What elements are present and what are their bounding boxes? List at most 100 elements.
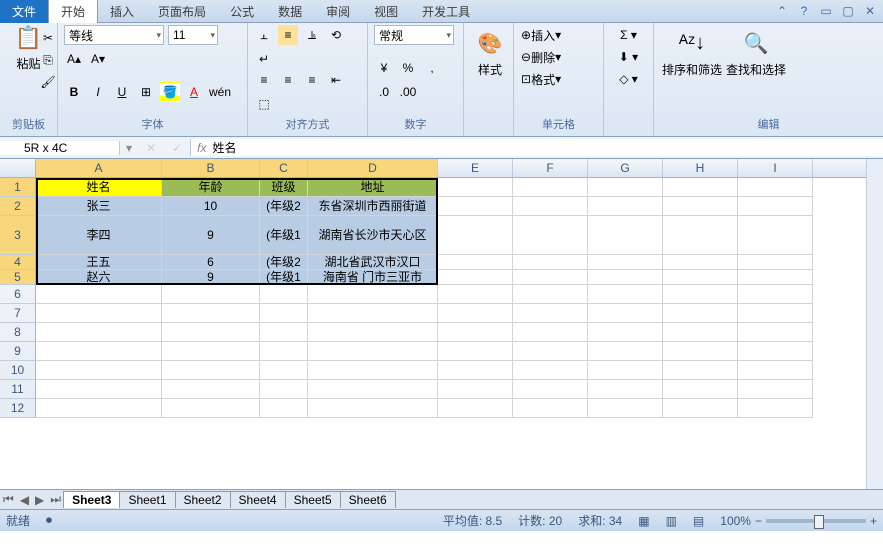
cell[interactable] bbox=[260, 361, 308, 380]
cell[interactable] bbox=[513, 255, 588, 270]
cell[interactable] bbox=[513, 380, 588, 399]
tab-home[interactable]: 开始 bbox=[48, 0, 98, 23]
fill-icon[interactable]: ⬇ ▾ bbox=[610, 47, 647, 67]
formula-input[interactable]: 姓名 bbox=[213, 139, 237, 156]
dec-decimal-icon[interactable]: .00 bbox=[398, 82, 418, 102]
copy-icon[interactable]: ⎘ bbox=[38, 50, 58, 70]
border-icon[interactable]: ⊞ bbox=[136, 82, 156, 102]
cell[interactable]: 班级 bbox=[260, 178, 308, 197]
cell[interactable] bbox=[738, 342, 813, 361]
cell[interactable]: (年级1 bbox=[260, 270, 308, 285]
cell[interactable] bbox=[438, 285, 513, 304]
cell[interactable] bbox=[663, 323, 738, 342]
indent-dec-icon[interactable]: ⇤ bbox=[326, 70, 346, 90]
tab-review[interactable]: 审阅 bbox=[314, 0, 362, 23]
sheet-nav-next-icon[interactable]: ▶ bbox=[32, 493, 47, 507]
wrap-icon[interactable]: ↵ bbox=[254, 49, 274, 69]
tab-insert[interactable]: 插入 bbox=[98, 0, 146, 23]
sheet-nav-last-icon[interactable]: ⏭ bbox=[47, 492, 64, 507]
window-max-icon[interactable]: ▢ bbox=[841, 4, 855, 18]
window-min-icon[interactable]: ▭ bbox=[819, 4, 833, 18]
cell[interactable] bbox=[162, 304, 260, 323]
cell[interactable]: 年龄 bbox=[162, 178, 260, 197]
cell[interactable] bbox=[513, 342, 588, 361]
cell[interactable] bbox=[663, 304, 738, 323]
cell[interactable] bbox=[513, 361, 588, 380]
currency-icon[interactable]: ¥ bbox=[374, 58, 394, 78]
cell[interactable] bbox=[438, 197, 513, 216]
shrink-font-icon[interactable]: A▾ bbox=[88, 49, 108, 69]
cell[interactable] bbox=[738, 197, 813, 216]
cell[interactable]: (年级2 bbox=[260, 255, 308, 270]
cell[interactable] bbox=[260, 323, 308, 342]
spreadsheet-grid[interactable]: ABCDEFGHI 123456789101112 姓名年龄班级地址张三10(年… bbox=[0, 159, 883, 489]
cell[interactable]: 东省深圳市西丽街道 bbox=[308, 197, 438, 216]
col-header-G[interactable]: G bbox=[588, 159, 663, 177]
tab-dev[interactable]: 开发工具 bbox=[410, 0, 482, 23]
font-name-combo[interactable]: 等线 bbox=[64, 25, 164, 45]
cell[interactable] bbox=[438, 216, 513, 255]
cell[interactable] bbox=[308, 304, 438, 323]
sheet-nav-prev-icon[interactable]: ◀ bbox=[17, 493, 32, 507]
cell[interactable] bbox=[260, 342, 308, 361]
cell[interactable] bbox=[513, 270, 588, 285]
zoom-in-icon[interactable]: + bbox=[870, 514, 877, 528]
cell[interactable] bbox=[438, 178, 513, 197]
cell[interactable] bbox=[260, 380, 308, 399]
cell[interactable]: (年级1 bbox=[260, 216, 308, 255]
namebox-dropdown-icon[interactable]: ▾ bbox=[120, 141, 138, 155]
grow-font-icon[interactable]: A▴ bbox=[64, 49, 84, 69]
sheet-nav-first-icon[interactable]: ⏮ bbox=[0, 492, 17, 507]
cell[interactable] bbox=[438, 323, 513, 342]
cell[interactable] bbox=[663, 399, 738, 418]
row-header[interactable]: 7 bbox=[0, 304, 36, 323]
cell[interactable] bbox=[308, 361, 438, 380]
cell[interactable] bbox=[738, 380, 813, 399]
col-header-D[interactable]: D bbox=[308, 159, 438, 177]
row-header[interactable]: 8 bbox=[0, 323, 36, 342]
col-header-E[interactable]: E bbox=[438, 159, 513, 177]
col-header-A[interactable]: A bbox=[36, 159, 162, 177]
cell[interactable] bbox=[588, 285, 663, 304]
cell[interactable] bbox=[36, 380, 162, 399]
cell[interactable] bbox=[162, 323, 260, 342]
cell[interactable] bbox=[162, 380, 260, 399]
cell[interactable] bbox=[663, 380, 738, 399]
bold-button[interactable]: B bbox=[64, 82, 84, 102]
col-header-B[interactable]: B bbox=[162, 159, 260, 177]
styles-button[interactable]: 🎨 样式 bbox=[470, 25, 510, 80]
cell[interactable] bbox=[738, 178, 813, 197]
cell[interactable] bbox=[663, 342, 738, 361]
sort-filter-button[interactable]: ᴬᶻ↓ 排序和筛选 bbox=[660, 25, 724, 80]
fx-icon[interactable]: fx bbox=[197, 141, 206, 155]
cell[interactable] bbox=[588, 380, 663, 399]
select-all-corner[interactable] bbox=[0, 159, 36, 177]
autosum-icon[interactable]: Σ ▾ bbox=[610, 25, 647, 45]
cell[interactable] bbox=[738, 285, 813, 304]
number-format-combo[interactable]: 常规 bbox=[374, 25, 454, 45]
sheet-tab[interactable]: Sheet3 bbox=[63, 491, 120, 508]
cell[interactable]: 王五 bbox=[36, 255, 162, 270]
tab-file[interactable]: 文件 bbox=[0, 0, 48, 23]
fx-cancel-icon[interactable]: ✕ bbox=[138, 141, 164, 155]
cell[interactable]: 6 bbox=[162, 255, 260, 270]
window-close-icon[interactable]: ✕ bbox=[863, 4, 877, 18]
row-header[interactable]: 9 bbox=[0, 342, 36, 361]
sheet-tab[interactable]: Sheet2 bbox=[175, 491, 231, 508]
orientation-icon[interactable]: ⟲ bbox=[326, 25, 346, 45]
cell[interactable] bbox=[36, 399, 162, 418]
align-mid-icon[interactable]: ≡ bbox=[278, 25, 298, 45]
cell[interactable] bbox=[663, 285, 738, 304]
row-header[interactable]: 6 bbox=[0, 285, 36, 304]
sheet-tab[interactable]: Sheet4 bbox=[230, 491, 286, 508]
cell[interactable] bbox=[588, 323, 663, 342]
insert-cells-button[interactable]: ⊕ 插入 ▾ bbox=[520, 25, 597, 45]
merge-icon[interactable]: ⬚ bbox=[254, 94, 274, 114]
cell[interactable] bbox=[162, 399, 260, 418]
cell[interactable]: 湖北省武汉市汉口 bbox=[308, 255, 438, 270]
cell[interactable]: 姓名 bbox=[36, 178, 162, 197]
cell[interactable] bbox=[588, 197, 663, 216]
cell[interactable] bbox=[513, 304, 588, 323]
view-break-icon[interactable]: ▤ bbox=[693, 514, 704, 528]
view-normal-icon[interactable]: ▦ bbox=[638, 514, 649, 528]
